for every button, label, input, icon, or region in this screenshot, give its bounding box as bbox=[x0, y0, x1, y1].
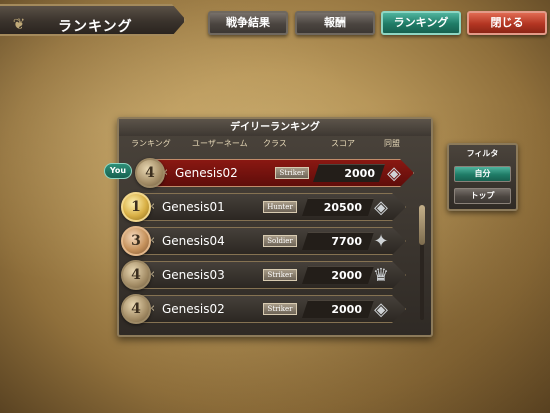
star-emblem-icon: ✦ bbox=[373, 231, 389, 252]
row-score: 2000 bbox=[331, 303, 362, 316]
rank-medal: 4 bbox=[121, 260, 151, 290]
filter-title: フィルタ bbox=[466, 149, 499, 158]
filter-self-button[interactable]: 自分 bbox=[454, 166, 511, 182]
row-score: 20500 bbox=[323, 201, 362, 214]
header-guild: 同盟 bbox=[384, 139, 400, 148]
rank-medal: 3 bbox=[121, 226, 151, 256]
close-button[interactable]: 閉じる bbox=[467, 11, 547, 35]
scroll-thumb[interactable] bbox=[419, 205, 425, 245]
row-name: Genesis04 bbox=[162, 234, 225, 248]
diamond-emblem-icon: ◈ bbox=[374, 299, 388, 320]
table-row[interactable]: ‹ Genesis04 Soldier 7700 ✦ bbox=[141, 227, 406, 255]
row-name: Genesis03 bbox=[162, 268, 225, 282]
header-username: ユーザーネーム bbox=[192, 139, 248, 148]
class-badge: Hunter bbox=[263, 201, 297, 213]
scroll-ornament-icon: ❦ bbox=[12, 15, 26, 33]
class-badge: Striker bbox=[263, 269, 297, 281]
filter-panel: フィルタ 自分 トップ bbox=[447, 143, 518, 211]
page-title: ランキング bbox=[58, 19, 133, 35]
header-class: クラス bbox=[263, 139, 287, 148]
filter-top-button[interactable]: トップ bbox=[454, 188, 511, 204]
table-row[interactable]: ‹ Genesis03 Striker 2000 ♛ bbox=[141, 261, 406, 289]
header-rank: ランキング bbox=[131, 139, 171, 148]
rewards-button[interactable]: 報酬 bbox=[295, 11, 375, 35]
row-name: Genesis02 bbox=[162, 302, 225, 316]
class-badge: Striker bbox=[275, 167, 309, 179]
ranking-button[interactable]: ランキング bbox=[381, 11, 461, 35]
diamond-emblem-icon: ◈ bbox=[387, 163, 401, 184]
diamond-emblem-icon: ◈ bbox=[374, 197, 388, 218]
panel-title: デイリーランキング bbox=[119, 119, 431, 136]
row-name: Genesis02 bbox=[175, 166, 238, 180]
crown-emblem-icon: ♛ bbox=[372, 265, 390, 286]
row-score: 7700 bbox=[331, 235, 362, 248]
rank-medal: 1 bbox=[121, 192, 151, 222]
table-row[interactable]: ‹ Genesis02 Striker 2000 ◈ bbox=[141, 295, 406, 323]
column-headers: ランキング ユーザーネーム クラス スコア 同盟 bbox=[119, 138, 431, 150]
table-row[interactable]: ‹ Genesis01 Hunter 20500 ◈ bbox=[141, 193, 406, 221]
row-score: 2000 bbox=[344, 167, 375, 180]
row-name: Genesis01 bbox=[162, 200, 225, 214]
battle-results-button[interactable]: 戦争結果 bbox=[208, 11, 288, 35]
rank-medal: 4 bbox=[121, 294, 151, 324]
list-scrollbar[interactable] bbox=[419, 205, 425, 320]
title-ribbon: ❦ ランキング bbox=[0, 4, 186, 36]
row-score: 2000 bbox=[331, 269, 362, 282]
class-badge: Soldier bbox=[263, 235, 297, 247]
header-score: スコア bbox=[331, 139, 355, 148]
class-badge: Striker bbox=[263, 303, 297, 315]
you-tag: You bbox=[104, 163, 132, 179]
table-row-you[interactable]: ‹ Genesis02 Striker 2000 ◈ bbox=[154, 159, 414, 187]
rank-medal: 4 bbox=[135, 158, 165, 188]
